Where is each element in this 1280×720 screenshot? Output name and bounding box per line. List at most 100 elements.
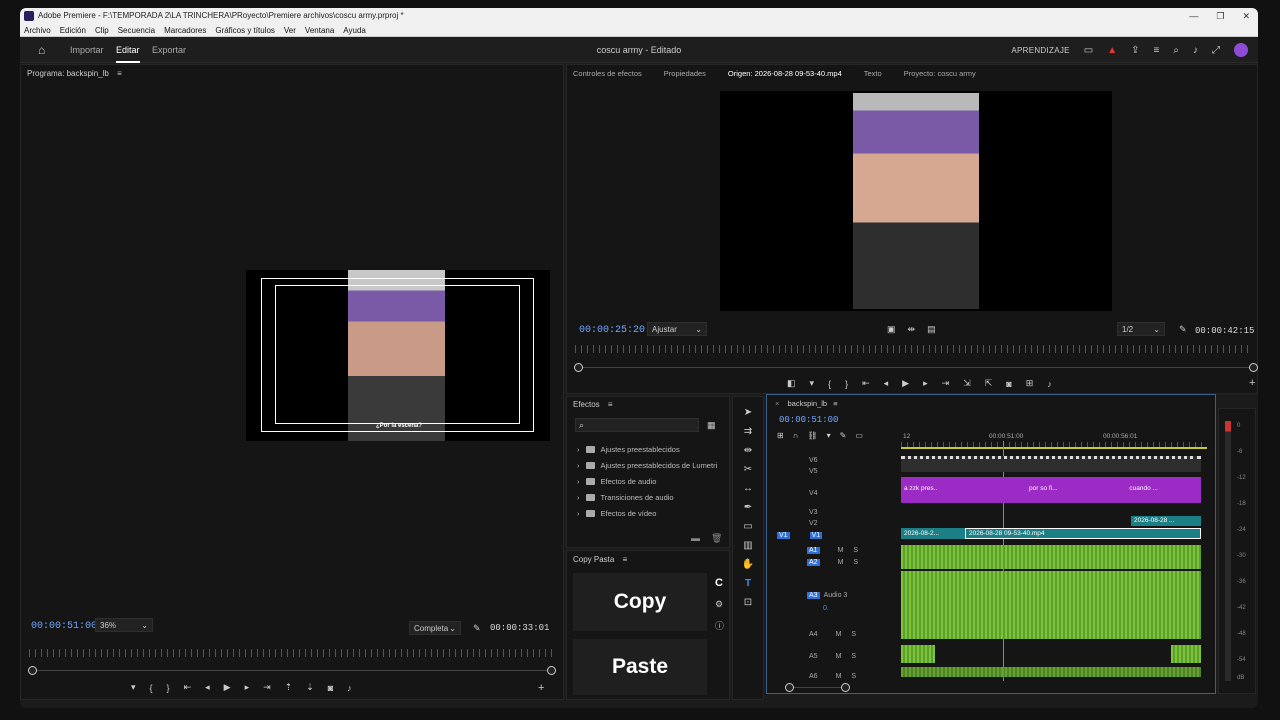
overwrite-icon[interactable]: ⇱ [985,378,993,389]
program-quality-select[interactable]: Completa ⌄ [409,621,461,635]
menu-icon[interactable]: ≡ [1154,45,1160,56]
close-icon[interactable]: × [775,399,779,408]
go-to-in-icon[interactable]: ⇤ [184,682,192,693]
step-back-icon[interactable]: ◂ [205,682,210,693]
tab-properties[interactable]: Propiedades [664,69,706,78]
add-marker-icon[interactable]: ▾ [827,431,831,440]
insert-icon[interactable]: ⇲ [963,378,971,389]
effects-item[interactable]: › Ajustes preestablecidos [577,445,680,454]
wrench-icon[interactable]: ✎ [1179,324,1187,335]
source-timecode[interactable]: 00:00:25:20 [579,325,645,336]
source-resolution-select[interactable]: 1/2 ⌄ [1117,322,1165,336]
v5-marker-strip[interactable] [901,456,1201,472]
alert-icon[interactable]: ▲ [1107,45,1117,56]
menu-ayuda[interactable]: Ayuda [343,24,366,36]
copy-button[interactable]: Copy [573,573,707,631]
selection-tool-icon[interactable]: ➤ [744,407,752,418]
solo-toggle[interactable]: S [853,559,858,566]
tab-project[interactable]: Proyecto: coscu army [904,69,976,78]
rectangle-tool-icon[interactable]: ▭ [743,521,752,532]
step-back-icon[interactable]: ◂ [884,378,889,389]
mute-toggle[interactable]: M [836,631,842,638]
marker-icon[interactable]: ▾ [131,682,136,693]
tab-text[interactable]: Texto [864,69,882,78]
step-forward-icon[interactable]: ▸ [245,682,250,693]
panel-menu-icon[interactable]: ≡ [608,400,613,409]
menu-edicion[interactable]: Edición [60,24,86,36]
mark-out-icon[interactable]: } [167,683,170,693]
track-volume-value[interactable]: 0. [823,605,829,612]
track-label[interactable]: A3 [807,591,820,599]
solo-toggle[interactable]: S [851,631,856,638]
v1-source-patch[interactable]: V1 [777,531,790,539]
button-editor-icon[interactable]: ⊞ [1026,378,1034,389]
gear-icon[interactable]: ⚙ [715,599,723,610]
snap-icon[interactable]: ∩ [793,431,799,440]
share-icon[interactable]: ⇪ [1131,45,1139,56]
extract-icon[interactable]: ⇣ [306,682,314,693]
effects-item[interactable]: › Efectos de audio [577,477,656,486]
step-forward-icon[interactable]: ▸ [923,378,928,389]
wrench-icon[interactable]: ✎ [840,431,847,440]
track-label[interactable]: V1 [809,531,823,539]
solo-toggle[interactable]: S [853,547,858,554]
close-icon[interactable]: ✕ [1242,8,1250,24]
work-area-bar[interactable] [901,447,1207,449]
wrench-icon[interactable]: ✎ [473,623,481,634]
mark-in-icon[interactable]: { [828,379,831,389]
track-label[interactable]: A1 [807,546,820,554]
effects-item[interactable]: › Transiciones de audio [577,493,674,502]
marker-icon[interactable]: ▾ [810,378,815,389]
camera-icon[interactable]: ◙ [328,683,333,693]
ripple-edit-icon[interactable]: ⇹ [744,445,752,456]
fullscreen-icon[interactable]: ⤢ [1212,45,1220,56]
workspace-icon[interactable]: ▭ [1084,45,1093,56]
drag-video-icon[interactable]: ⇹ [908,324,916,335]
program-zoom-bar[interactable] [33,670,551,671]
v2-clip[interactable]: 2026-08-28 ... [1131,516,1201,526]
captions-icon[interactable]: ▭ [855,431,863,440]
volume-icon[interactable]: ♪ [1047,379,1052,389]
trash-icon[interactable]: 🗑 [711,533,722,544]
avatar[interactable] [1234,43,1248,57]
add-button-icon[interactable]: + [1249,377,1255,389]
lift-icon[interactable]: ⇡ [285,682,293,693]
track-label[interactable]: A4 [809,631,818,638]
v1-clip-selected[interactable]: 2026-08-28 09-53-40.mp4 [965,528,1201,539]
zoom-handle-right[interactable] [841,683,850,692]
mute-toggle[interactable]: M [838,559,844,566]
mark-out-icon[interactable]: } [845,379,848,389]
program-timecode[interactable]: 00:00:51:00 [31,621,97,632]
zoom-handle-right[interactable] [547,666,556,675]
a5-audio-clip[interactable] [1171,645,1201,663]
volume-icon[interactable]: ♪ [347,683,352,693]
slip-tool-icon[interactable]: ↔ [743,483,753,494]
effects-item[interactable]: › Ajustes preestablecidos de Lumetri [577,461,717,470]
mark-in-icon[interactable]: { [150,683,153,693]
add-button-icon[interactable]: + [538,682,544,694]
mute-toggle[interactable]: M [836,673,842,680]
source-time-ruler[interactable] [575,345,1253,353]
caption-tool-icon[interactable]: ⊡ [744,597,752,608]
minimize-icon[interactable]: — [1189,8,1198,24]
accelerated-effects-icon[interactable]: ▦ [707,420,716,431]
timeline-zoom-bar[interactable] [789,687,845,688]
safe-margins-icon[interactable]: ▤ [927,324,936,335]
program-time-ruler[interactable] [29,649,554,657]
timeline-timecode[interactable]: 00:00:51:00 [779,415,838,425]
solo-toggle[interactable]: S [851,653,856,660]
info-icon[interactable]: ⓘ [715,619,724,632]
menu-graficos[interactable]: Gráficos y títulos [215,24,275,36]
panel-menu-icon[interactable]: ≡ [117,69,122,78]
go-to-out-icon[interactable]: ⇥ [263,682,271,693]
volume-icon[interactable]: ♪ [1193,45,1198,56]
zoom-handle-left[interactable] [785,683,794,692]
overlay-icon[interactable]: ▣ [887,324,896,335]
linked-selection-icon[interactable]: ⛓ [807,431,817,440]
menu-ver[interactable]: Ver [284,24,296,36]
go-to-in-icon[interactable]: ⇤ [862,378,870,389]
camera-icon[interactable]: ◙ [1006,379,1011,389]
track-select-icon[interactable]: ⇉ [744,426,752,437]
search-icon[interactable]: ⌕ [1173,45,1179,56]
tab-effect-controls[interactable]: Controles de efectos [573,69,642,78]
